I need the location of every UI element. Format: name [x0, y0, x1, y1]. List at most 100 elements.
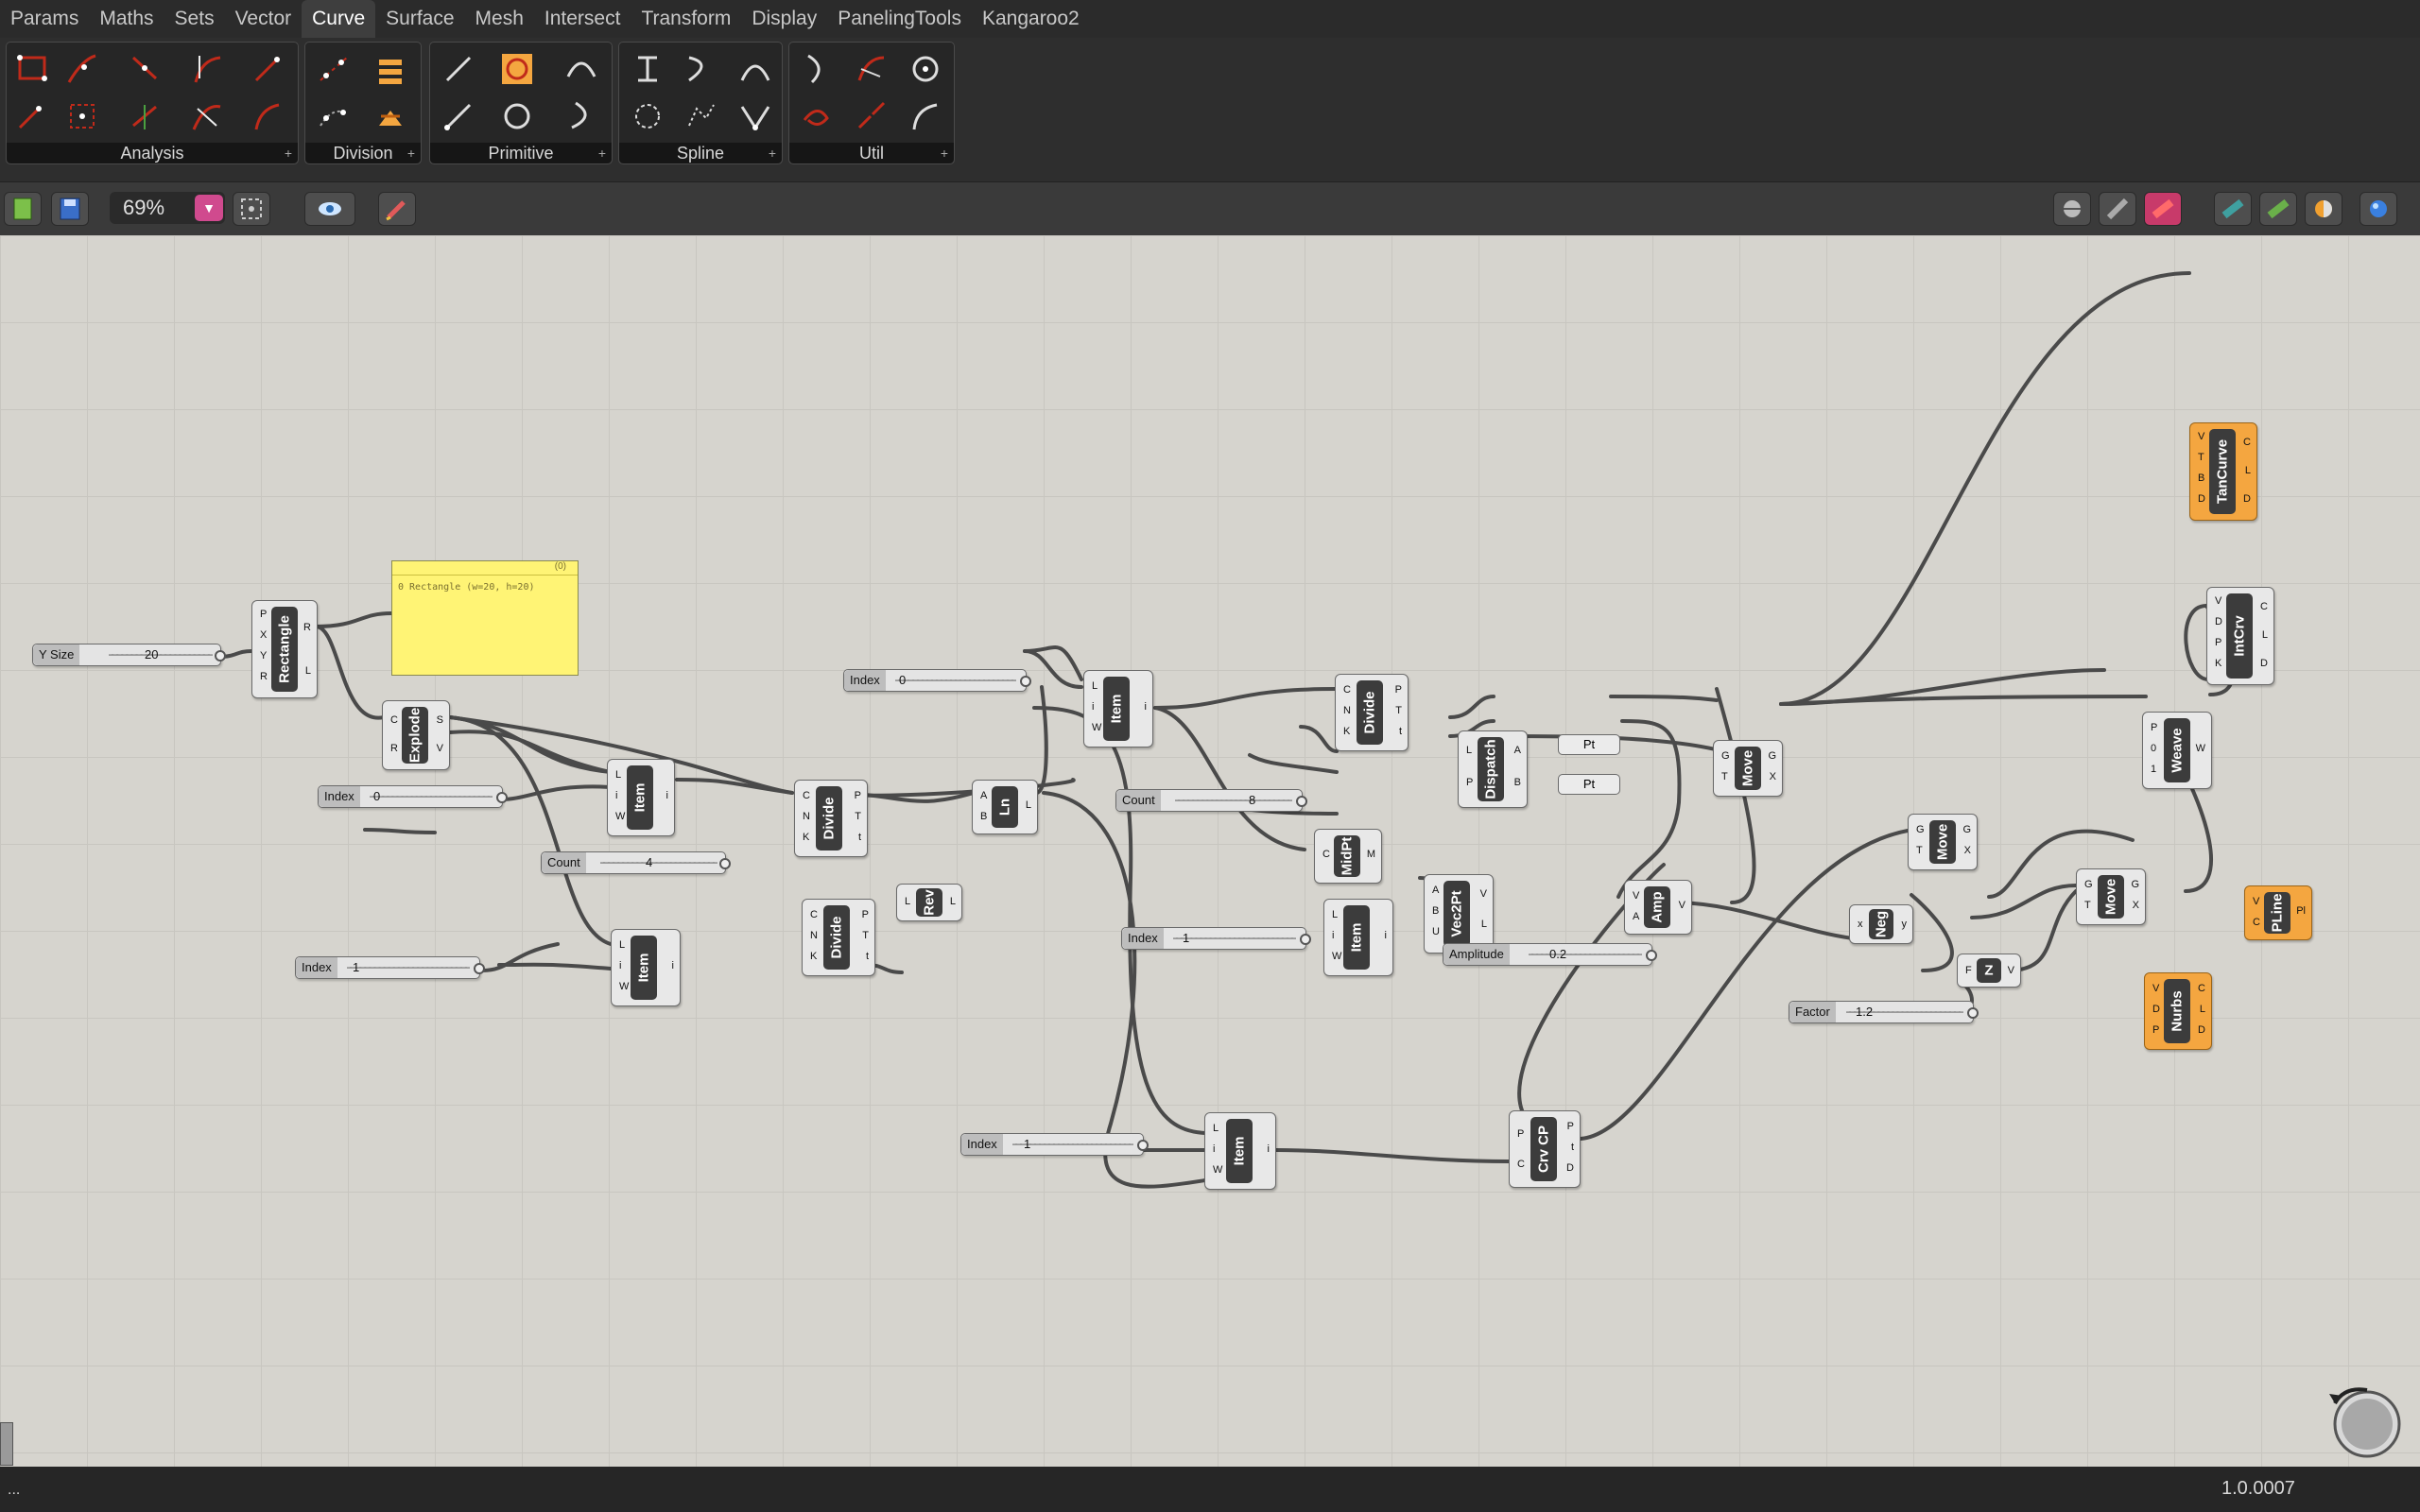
menu-tab-kangaroo2[interactable]: Kangaroo2	[972, 0, 1090, 38]
curve-tangent-icon[interactable]	[188, 50, 226, 88]
tangent-curve-icon[interactable]	[682, 97, 719, 135]
curve-eval-icon[interactable]	[63, 50, 101, 88]
index-slider[interactable]: Index 0	[843, 669, 1031, 692]
list-item-component[interactable]: LiW Item i	[1323, 899, 1393, 976]
menu-tab-maths[interactable]: Maths	[89, 0, 164, 38]
amplitude-component[interactable]: VA Amp V	[1624, 880, 1692, 935]
divide-distance-icon[interactable]	[315, 97, 353, 135]
reverse-component[interactable]: L Rev L	[896, 884, 962, 921]
menu-tab-display[interactable]: Display	[741, 0, 827, 38]
arc-sed-icon[interactable]	[562, 97, 600, 135]
slider-grip[interactable]	[1646, 950, 1657, 961]
index-slider[interactable]: Index 1	[1121, 927, 1311, 950]
slider-track[interactable]	[1173, 937, 1296, 939]
count-slider[interactable]: Count 4	[541, 851, 731, 874]
rectangle-component[interactable]: PXYR Rectangle RL	[251, 600, 318, 698]
line-sdl-icon[interactable]	[440, 97, 477, 135]
panel-note[interactable]: (0) 0 Rectangle (w=20, h=20)	[391, 560, 579, 676]
explode-component[interactable]: CR Explode SV	[382, 700, 450, 770]
display-color-button[interactable]	[2305, 192, 2342, 226]
circle-icon[interactable]	[498, 97, 536, 135]
slider-grip[interactable]	[496, 792, 508, 803]
list-item-component[interactable]: LiW Item i	[1083, 670, 1153, 747]
kinky-curve-icon[interactable]	[736, 50, 774, 88]
preview-wireframe-button[interactable]	[2053, 192, 2091, 226]
curve-perp-icon[interactable]	[249, 97, 286, 135]
slider-track[interactable]	[347, 967, 470, 969]
factor-slider[interactable]: Factor 1.2	[1789, 1001, 1979, 1023]
divide-curve-component[interactable]: CNK Divide PTt	[794, 780, 868, 857]
interpolate-icon[interactable]	[682, 50, 719, 88]
ysize-slider[interactable]: Y Size 20	[32, 644, 226, 666]
slider-track[interactable]	[370, 796, 493, 798]
expand-panel-icon[interactable]: +	[598, 143, 606, 163]
curve-curvature-icon[interactable]	[188, 97, 226, 135]
unit-z-component[interactable]: F Z V	[1957, 954, 2021, 988]
expand-panel-icon[interactable]: +	[285, 143, 292, 163]
curve-length-icon[interactable]	[14, 97, 52, 135]
expand-panel-icon[interactable]: +	[407, 143, 415, 163]
tangent-curve-component[interactable]: VTBD TanCurve CLD	[2189, 422, 2257, 521]
polyline-component[interactable]: VC PLine Pl	[2244, 885, 2312, 940]
negative-component[interactable]: x Neg y	[1849, 904, 1913, 944]
line-icon[interactable]	[440, 50, 477, 88]
bake-button[interactable]	[2259, 192, 2297, 226]
curve-closest-point-component[interactable]: PC Crv CP PtD	[1509, 1110, 1581, 1188]
index-slider[interactable]: Index 0	[318, 785, 508, 808]
expand-panel-icon[interactable]: +	[941, 143, 948, 163]
rect-analysis-icon[interactable]	[14, 50, 52, 88]
line-component[interactable]: AB Ln L	[972, 780, 1038, 834]
count-slider[interactable]: Count 8	[1115, 789, 1307, 812]
nurbs-curve-component[interactable]: VDP Nurbs CLD	[2144, 972, 2212, 1050]
curve-frame-icon[interactable]	[128, 97, 165, 135]
menu-tab-vector[interactable]: Vector	[225, 0, 302, 38]
move-component[interactable]: GT Move GX	[1908, 814, 1978, 870]
preview-shaded-button[interactable]	[2144, 192, 2182, 226]
nurbs-curve-icon[interactable]	[629, 50, 666, 88]
list-item-component[interactable]: LiW Item i	[1204, 1112, 1276, 1190]
slider-grip[interactable]	[1137, 1140, 1149, 1151]
menu-tab-sets[interactable]: Sets	[164, 0, 225, 38]
slider-track[interactable]	[600, 862, 717, 864]
project-icon[interactable]	[907, 50, 944, 88]
zoom-dropdown-button[interactable]: ▼	[195, 195, 223, 221]
divide-curve-icon[interactable]	[315, 50, 353, 88]
render-button[interactable]	[2360, 192, 2397, 226]
sketch-button[interactable]	[378, 192, 416, 226]
slider-grip[interactable]	[1967, 1007, 1979, 1019]
list-item-component[interactable]: LiW Item i	[611, 929, 681, 1006]
preview-toggle-button[interactable]	[304, 192, 355, 226]
menu-tab-params[interactable]: Params	[0, 0, 89, 38]
menu-tab-transform[interactable]: Transform	[631, 0, 741, 38]
circle-cnr-icon[interactable]	[498, 50, 536, 88]
move-component[interactable]: GT Move GX	[2076, 868, 2146, 925]
menu-tab-mesh[interactable]: Mesh	[465, 0, 534, 38]
bezier-span-icon[interactable]	[736, 97, 774, 135]
save-file-button[interactable]	[51, 192, 89, 226]
slider-track[interactable]	[895, 679, 1016, 681]
join-curves-icon[interactable]	[799, 97, 837, 135]
extend-icon[interactable]	[907, 97, 944, 135]
divide-curve-component[interactable]: CNK Divide PTt	[1335, 674, 1409, 751]
move-component[interactable]: GT Move GX	[1713, 740, 1783, 797]
index-slider[interactable]: Index 1	[960, 1133, 1149, 1156]
slider-track[interactable]	[1529, 954, 1642, 955]
vector-2pt-component[interactable]: ABU Vec2Pt VL	[1424, 874, 1494, 954]
divide-curve-component[interactable]: CNK Divide PTt	[802, 899, 875, 976]
point-param[interactable]: Pt	[1558, 774, 1620, 795]
slider-track[interactable]	[1175, 799, 1292, 801]
curve-box-icon[interactable]	[63, 97, 101, 135]
expand-panel-icon[interactable]: +	[769, 143, 776, 163]
curve-end-icon[interactable]	[249, 50, 286, 88]
slider-grip[interactable]	[215, 650, 226, 662]
menu-tab-intersect[interactable]: Intersect	[534, 0, 631, 38]
interpolate-curve-component[interactable]: VDPK IntCrv CLD	[2206, 587, 2274, 685]
menu-tab-surface[interactable]: Surface	[375, 0, 464, 38]
list-item-component[interactable]: LiW Item i	[607, 759, 675, 836]
zoom-extents-button[interactable]	[233, 192, 270, 226]
slider-grip[interactable]	[719, 858, 731, 869]
open-file-button[interactable]	[4, 192, 42, 226]
arc-icon[interactable]	[562, 50, 600, 88]
menu-tab-panelingtools[interactable]: PanelingTools	[827, 0, 972, 38]
midpoint-component[interactable]: C MidPt M	[1314, 829, 1382, 884]
